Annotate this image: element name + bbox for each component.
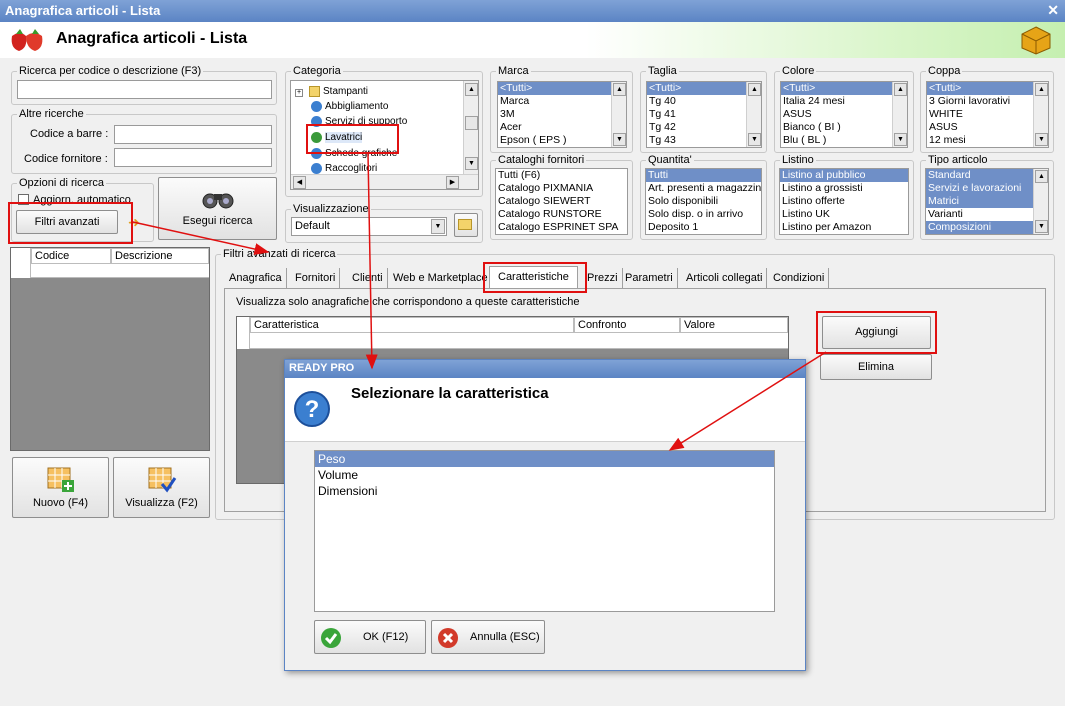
annotation-arrows <box>132 153 827 451</box>
